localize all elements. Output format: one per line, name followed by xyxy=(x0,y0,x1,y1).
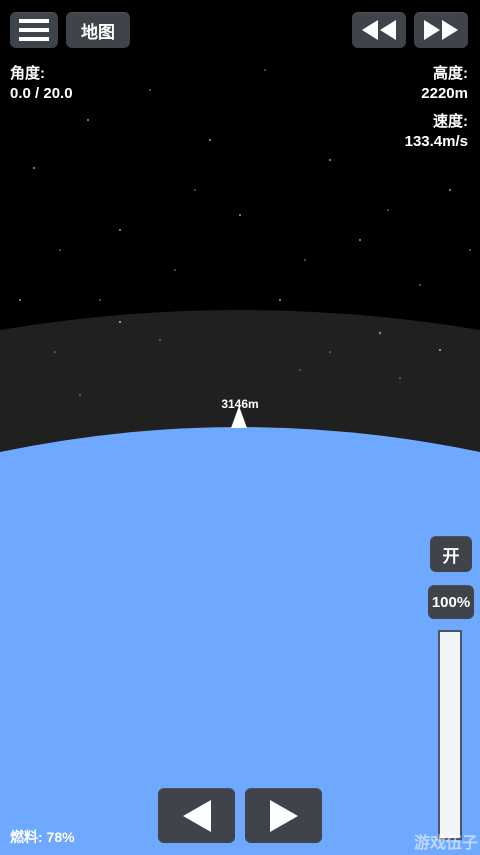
rotate-left-button[interactable] xyxy=(158,788,235,843)
rewind-icon xyxy=(362,20,396,40)
hamburger-menu-icon xyxy=(19,19,49,41)
altitude-label: 高度: xyxy=(433,65,468,82)
stars xyxy=(19,69,471,301)
angle-value: 0.0 / 20.0 xyxy=(10,85,73,102)
throttle-percent-badge: 100% xyxy=(428,585,474,619)
menu-button[interactable] xyxy=(10,12,58,48)
throttle-fill xyxy=(440,632,460,838)
throttle-slider[interactable] xyxy=(438,630,462,840)
map-button[interactable]: 地图 xyxy=(66,12,130,48)
rewind-button[interactable] xyxy=(352,12,406,48)
marker-distance-label: 3146m xyxy=(221,397,259,411)
fast-forward-icon xyxy=(424,20,458,40)
planet-surface xyxy=(0,427,480,855)
altitude-value: 2220m xyxy=(421,85,468,102)
rotate-right-button[interactable] xyxy=(245,788,322,843)
triangle-left-icon xyxy=(182,799,211,832)
speed-value: 133.4m/s xyxy=(404,133,468,150)
fast-forward-button[interactable] xyxy=(414,12,468,48)
engine-toggle-label: 开 xyxy=(442,546,460,566)
fuel-readout: 燃料: 78% xyxy=(10,829,75,845)
world-view xyxy=(0,69,480,855)
engine-toggle-button[interactable]: 开 xyxy=(430,536,472,572)
watermark-text: 游戏伍子 xyxy=(413,835,478,852)
speed-label: 速度: xyxy=(433,113,468,130)
triangle-right-icon xyxy=(269,799,298,832)
angle-label: 角度: xyxy=(10,65,45,82)
map-button-label: 地图 xyxy=(81,22,115,42)
throttle-percent-label: 100% xyxy=(431,593,471,611)
